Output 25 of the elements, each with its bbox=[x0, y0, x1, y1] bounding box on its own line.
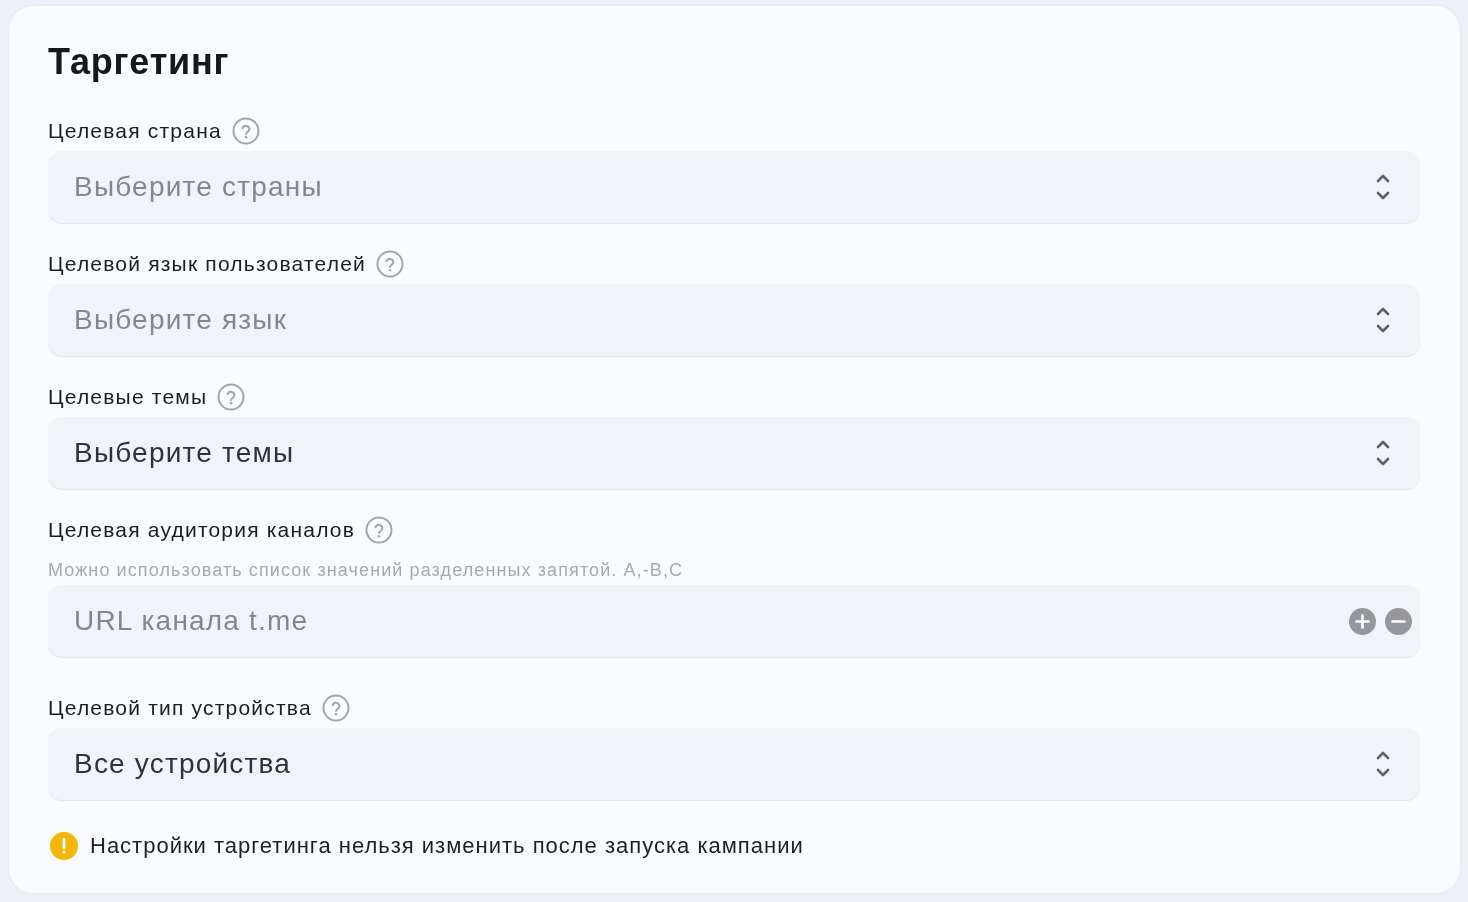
select-field[interactable]: Выберите темы bbox=[48, 417, 1420, 489]
field-label: Целевой тип устройства bbox=[48, 696, 312, 720]
chevrons-up-down-icon bbox=[1376, 439, 1390, 467]
plus-circle-icon[interactable] bbox=[1349, 607, 1376, 635]
field-label: Целевой язык пользователей bbox=[48, 252, 366, 276]
select-field[interactable]: Выберите страны bbox=[48, 151, 1420, 223]
help-icon[interactable] bbox=[365, 516, 394, 544]
input-field[interactable]: URL канала t.me bbox=[48, 585, 1420, 657]
notice-text: Настройки таргетинга нельзя изменить после запуска кампании bbox=[90, 832, 804, 860]
help-icon[interactable] bbox=[231, 117, 260, 145]
field-label: Целевые темы bbox=[48, 385, 208, 409]
minus-circle-icon[interactable] bbox=[1385, 607, 1412, 635]
help-icon[interactable] bbox=[375, 250, 404, 278]
chevrons-up-down-icon bbox=[1376, 306, 1390, 334]
select-field[interactable]: Все устройства bbox=[48, 728, 1420, 800]
help-icon[interactable] bbox=[321, 694, 350, 722]
field-hint: Можно использовать список значений разделенных запятой. A,-B,C bbox=[48, 559, 684, 581]
help-icon[interactable] bbox=[217, 383, 246, 411]
chevrons-up-down-icon bbox=[1376, 750, 1390, 778]
chevrons-up-down-icon bbox=[1376, 173, 1390, 201]
warning-icon bbox=[50, 832, 78, 860]
card-title: Таргетинг bbox=[48, 42, 230, 82]
field-label: Целевая страна bbox=[48, 119, 222, 143]
field-label: Целевая аудитория каналов bbox=[48, 518, 356, 542]
select-field[interactable]: Выберите язык bbox=[48, 284, 1420, 356]
